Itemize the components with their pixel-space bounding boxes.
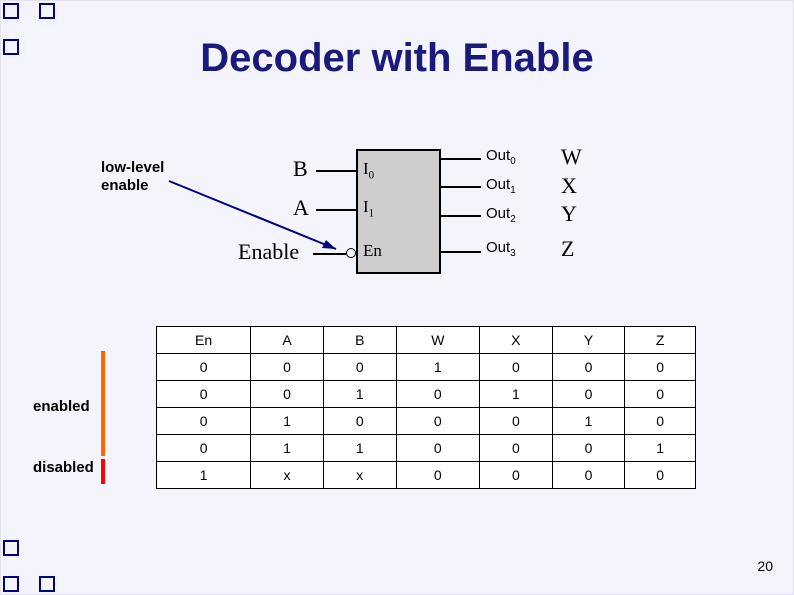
out2-label: Out2 <box>486 205 516 225</box>
table-row: 0100010 <box>157 408 696 435</box>
wire-out0 <box>441 158 481 160</box>
cell: x <box>323 462 396 489</box>
cell: 1 <box>552 408 625 435</box>
slide-number: 20 <box>757 558 773 574</box>
col-X: X <box>480 327 553 354</box>
cell: 0 <box>625 462 696 489</box>
cell: 0 <box>323 354 396 381</box>
cell: 1 <box>396 354 479 381</box>
cell: 0 <box>480 435 553 462</box>
cell: 0 <box>552 462 625 489</box>
table-row: 0001000 <box>157 354 696 381</box>
slide-title: Decoder with Enable <box>1 36 793 81</box>
out1-label: Out1 <box>486 176 516 196</box>
cell: 0 <box>157 354 251 381</box>
output-W: W <box>561 144 582 170</box>
cell: 1 <box>323 435 396 462</box>
low-level-enable-label: low-level enable <box>101 159 164 195</box>
cell: 0 <box>396 462 479 489</box>
active-low-bubble-icon <box>346 248 356 258</box>
col-A: A <box>251 327 324 354</box>
cell: 0 <box>480 462 553 489</box>
enabled-label: enabled <box>33 398 90 415</box>
cell: 1 <box>251 408 324 435</box>
col-Y: Y <box>552 327 625 354</box>
port-I1: I1 <box>363 197 374 219</box>
cell: 0 <box>157 381 251 408</box>
input-A: A <box>293 195 309 221</box>
cell: 0 <box>480 354 553 381</box>
table-row: 0110001 <box>157 435 696 462</box>
corner-square-tl <box>3 3 19 19</box>
output-X: X <box>561 173 577 199</box>
cell: 0 <box>251 354 324 381</box>
col-W: W <box>396 327 479 354</box>
wire-out1 <box>441 186 481 188</box>
output-Z: Z <box>561 236 574 262</box>
wire-A <box>316 209 356 211</box>
table-row: 0010100 <box>157 381 696 408</box>
col-B: B <box>323 327 396 354</box>
output-Y: Y <box>561 201 577 227</box>
out3-label: Out3 <box>486 239 516 259</box>
cell: 1 <box>480 381 553 408</box>
cell: 1 <box>251 435 324 462</box>
cell: 0 <box>625 354 696 381</box>
input-Enable: Enable <box>238 239 299 265</box>
lowlevel-line2: enable <box>101 177 149 194</box>
disabled-bar-icon <box>101 459 105 484</box>
corner-square-tl2 <box>39 3 55 19</box>
port-I0: I0 <box>363 159 374 181</box>
corner-square-bl <box>3 576 19 592</box>
cell: 0 <box>480 408 553 435</box>
cell: 0 <box>625 381 696 408</box>
wire-En <box>313 253 346 255</box>
cell: 0 <box>157 435 251 462</box>
col-En: En <box>157 327 251 354</box>
truth-table: EnABWXYZ 00010000010100010001001100011xx… <box>156 326 696 489</box>
disabled-label: disabled <box>33 459 94 476</box>
port-En: En <box>363 241 382 261</box>
decoder-diagram: B A Enable I0 I1 En Out0 Out1 Out2 Out3 … <box>251 131 601 291</box>
cell: 0 <box>625 408 696 435</box>
cell: 0 <box>552 354 625 381</box>
cell: 1 <box>323 381 396 408</box>
input-B: B <box>293 156 308 182</box>
cell: 1 <box>157 462 251 489</box>
cell: 0 <box>251 381 324 408</box>
cell: 0 <box>552 381 625 408</box>
cell: 0 <box>157 408 251 435</box>
cell: 0 <box>396 381 479 408</box>
corner-square-bl3 <box>3 540 19 556</box>
col-Z: Z <box>625 327 696 354</box>
wire-out2 <box>441 215 481 217</box>
cell: 1 <box>625 435 696 462</box>
wire-B <box>316 170 356 172</box>
corner-square-bl2 <box>39 576 55 592</box>
cell: x <box>251 462 324 489</box>
lowlevel-line1: low-level <box>101 159 164 176</box>
out0-label: Out0 <box>486 147 516 167</box>
cell: 0 <box>396 408 479 435</box>
cell: 0 <box>396 435 479 462</box>
wire-out3 <box>441 251 481 253</box>
table-row: 1xx0000 <box>157 462 696 489</box>
cell: 0 <box>323 408 396 435</box>
enabled-bar-icon <box>101 351 105 456</box>
cell: 0 <box>552 435 625 462</box>
